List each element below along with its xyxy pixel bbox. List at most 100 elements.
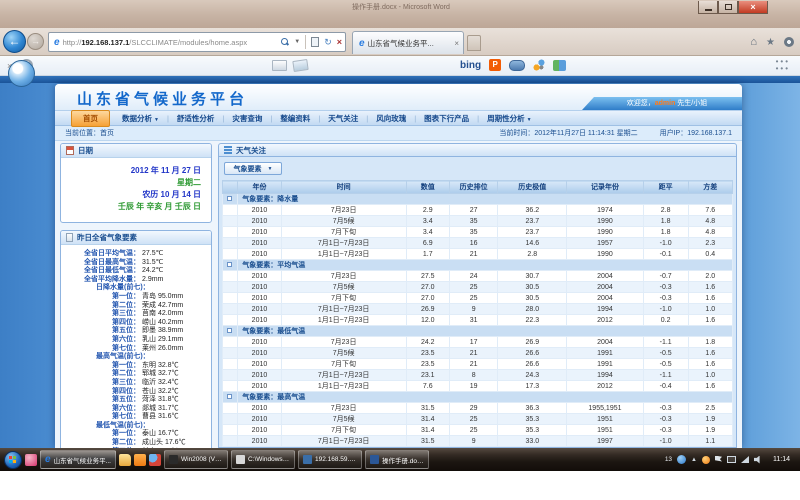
stop-icon[interactable]: × [337,37,342,47]
forward-button[interactable]: → [27,33,44,50]
nav-item-2[interactable]: 数据分析▼ [114,112,167,125]
ie-task-button[interactable]: e 山东省气候业务平... [40,450,116,469]
column-header: 历史极值 [498,181,567,194]
maximize-button[interactable] [718,1,738,14]
group-checkbox[interactable] [227,196,232,201]
home-icon[interactable]: ⌂ [750,36,757,48]
table-row: 20101月1日~7月23日7.61917.32012-0.41.6 [223,381,733,392]
speaker-icon[interactable] [754,456,762,464]
address-dropdown-icon[interactable]: ▼ [294,39,300,45]
page-top-strip [0,76,800,83]
table-group-row: 气象要素：最高气温 [223,392,733,403]
element-filter-button[interactable]: 气象要素▼ [224,162,282,175]
toolbar-image-icon-2[interactable] [292,59,308,72]
calendar-panel-title: 日期 [78,145,93,156]
column-header: 距平 [643,181,688,194]
nav-item-8[interactable]: 图表下行产品 [416,112,477,125]
start-button[interactable] [4,451,22,469]
browser-address-row: → ← e http://192.168.137.1/SLCCLIMATE/mo… [0,28,800,56]
task-button-3[interactable]: 192.168.59.99... [298,450,362,469]
minimize-button[interactable] [698,1,718,14]
task-app-icon [370,455,379,464]
yesterday-panel: 昨日全省气象要素 全省日平均气温：27.5℃全省日最高气温：31.5℃全省日最低… [60,230,212,448]
tray-app-icon[interactable] [702,456,710,464]
new-tab-button[interactable] [467,35,481,51]
toolbar-widget-icon-2[interactable] [533,59,545,71]
nav-item-1[interactable]: 首页 [71,110,110,127]
table-row: 20107月1日~7月23日23.1824.31994-1.11.0 [223,370,733,381]
toolbar-image-icon-1[interactable] [272,60,287,71]
nav-item-9[interactable]: 周期性分析▼ [479,112,539,125]
network-icon[interactable] [741,456,749,463]
sidebar: 日期 2012 年 11 月 27 日星期二农历 10 月 14 日壬辰 年 辛… [60,143,212,448]
site-logo [8,60,35,87]
nav-item-7[interactable]: 风向玫瑰 [368,112,414,125]
nav-item-6[interactable]: 天气关注 [320,112,366,125]
back-button[interactable]: ← [3,30,26,53]
favorites-star-icon[interactable]: ★ [766,37,775,48]
tray-expand-icon[interactable]: ▲ [691,457,697,463]
toolbar-widget-icon-1[interactable] [509,60,525,71]
table-row: 20107月5候31.42535.31951-0.31.9 [223,414,733,425]
table-row: 20107月1日~7月23日6.91614.61957-1.02.3 [223,238,733,249]
table-group-row: 气象要素：最低气温 [223,326,733,337]
pinned-app-icon[interactable] [25,454,37,466]
rank-row: 第六位：乳山 29.1mm [64,336,208,345]
task-app-icon [236,455,245,464]
tab-title: 山东省气候业务平... [368,38,453,49]
bing-app-icon[interactable]: P [489,59,501,71]
table-row: 20107月5候23.52126.61991-0.51.6 [223,348,733,359]
explorer-folder-icon[interactable] [119,454,131,466]
nav-item-4[interactable]: 灾害查询 [224,112,270,125]
group-checkbox[interactable] [227,394,232,399]
toolbar-widget-icon-3[interactable] [553,60,566,71]
task-button-4[interactable]: 操作手册.docx ... [365,450,429,469]
stat-row: 全省日最低气温：24.2℃ [64,267,208,276]
table-row: 20107月5候27.02530.52004-0.31.6 [223,282,733,293]
browser-tab[interactable]: e 山东省气候业务平... × [352,31,464,54]
tab-close-icon[interactable]: × [454,39,459,48]
bing-logo[interactable]: bing [460,60,481,71]
refresh-icon[interactable]: ↻ [324,37,332,48]
pinned-app-icon-2[interactable] [134,454,146,466]
table-row: 20107月下旬27.02530.52004-0.31.6 [223,293,733,304]
calendar-line: 星期二 [67,177,201,189]
search-icon[interactable] [281,38,289,46]
taskbar: e 山东省气候业务平... Win2008 (VS2...C:\Windows\… [0,448,800,471]
address-bar[interactable]: e http://192.168.137.1/SLCCLIMATE/module… [48,32,346,52]
current-time: 当前时间：2012年11月27日 11:14:31 星期二 [499,128,637,138]
group-checkbox[interactable] [227,328,232,333]
close-button[interactable]: × [738,1,768,14]
screen: 操作手册.docx - Microsoft Word × → ← e http:… [0,0,800,500]
stat-row: 全省日最高气温：31.5℃ [64,259,208,268]
task-button-2[interactable]: C:\Windows\s... [231,450,295,469]
user-ip: 用户IP：192.168.137.1 [660,128,732,138]
tray-blue-icon[interactable] [677,455,686,464]
column-header: 历史排位 [449,181,497,194]
table-row: 20107月下旬3.43523.719901.84.8 [223,227,733,238]
compatibility-view-icon[interactable] [311,37,319,47]
nav-item-3[interactable]: 舒适性分析 [169,112,223,125]
toolbar-overflow-icon[interactable]: •••••• [776,58,790,72]
rank-row: 第六位：郯城 31.7℃ [64,405,208,414]
calendar-line: 农历 10 月 14 日 [67,189,201,201]
rank-row: 第五位：即墨 38.9mm [64,327,208,336]
background-window-title: 操作手册.docx - Microsoft Word [352,2,450,12]
rank-section-title: 最高气温(前七)： [64,353,208,362]
table-row: 20107月下旬23.52126.61991-0.51.6 [223,359,733,370]
group-checkbox[interactable] [227,262,232,267]
task-button-1[interactable]: Win2008 (VS2... [164,450,228,469]
pinned-app-icon-3[interactable] [149,454,161,466]
action-center-flag-icon[interactable] [715,456,722,464]
table-row: 20101月1日~7月23日1.7212.81990-0.10.4 [223,249,733,260]
column-header: 记录年份 [567,181,644,194]
nav-item-5[interactable]: 整编资料 [272,112,318,125]
table-row: 20107月下旬31.42535.31951-0.31.9 [223,425,733,436]
taskbar-clock[interactable]: 11:14 [767,456,796,463]
section-icon [224,146,232,154]
display-icon[interactable] [727,456,736,463]
table-group-row: 气象要素：平均气温 [223,260,733,271]
tools-gear-icon[interactable] [784,37,794,47]
url-text[interactable]: http://192.168.137.1/SLCCLIMATE/modules/… [63,38,279,47]
page-viewport: 山东省气候业务平台 欢迎您，admin 先生/小姐 首页数据分析▼|舒适性分析|… [0,76,800,448]
